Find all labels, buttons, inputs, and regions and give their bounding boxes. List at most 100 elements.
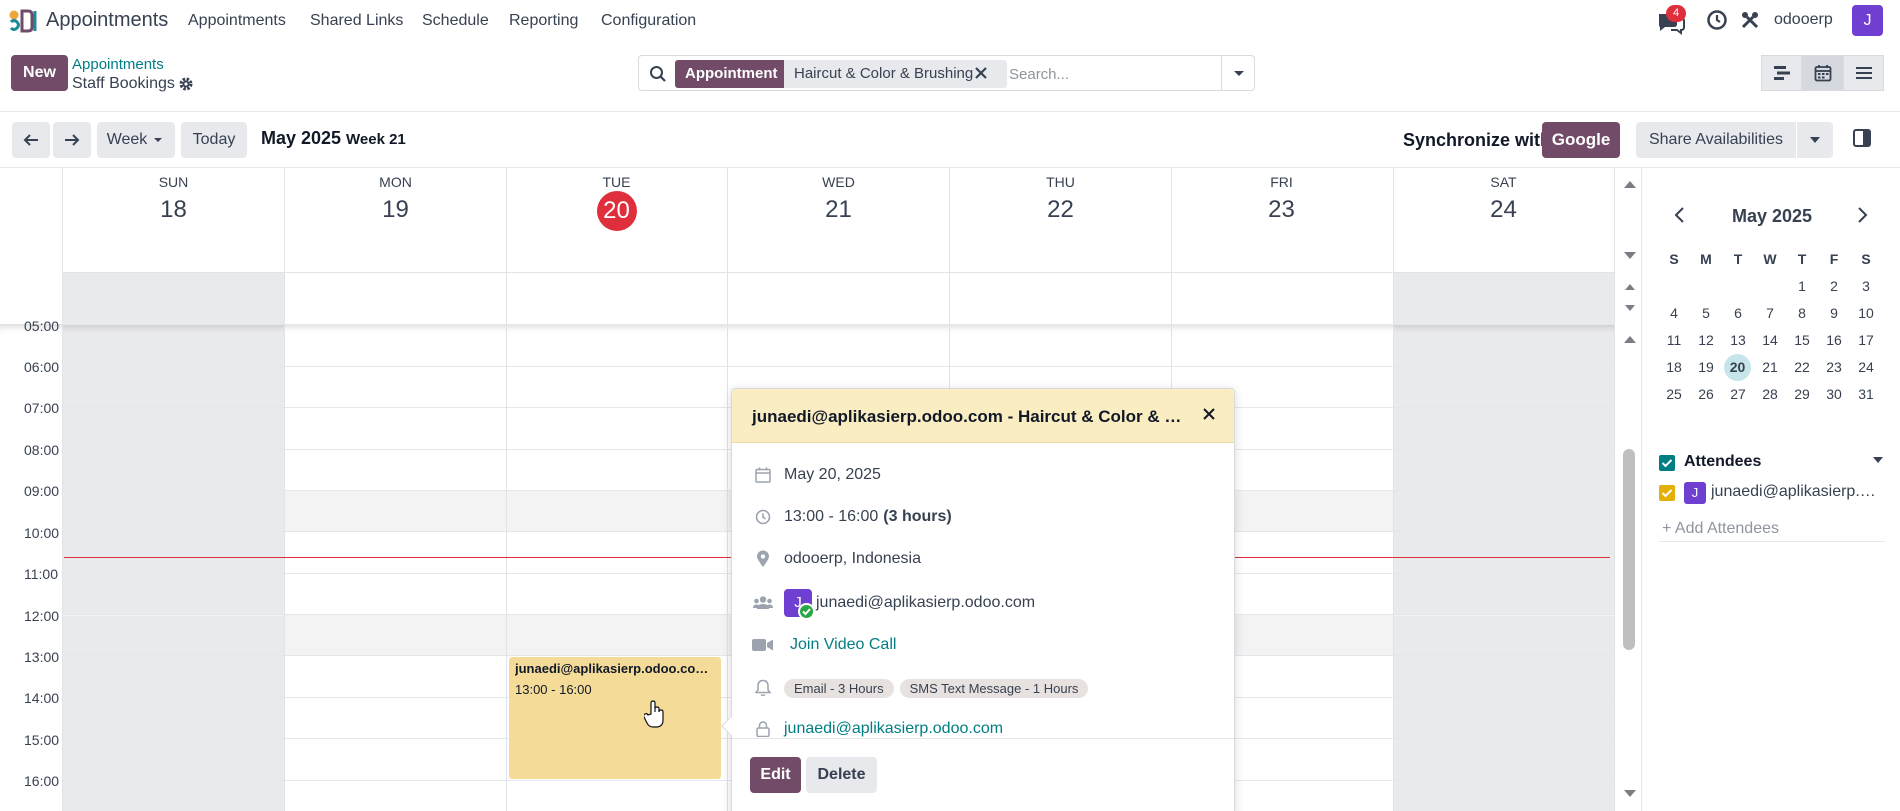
remove-facet-icon[interactable] [974, 66, 988, 80]
next-period-button[interactable] [53, 122, 91, 158]
menu-reporting[interactable]: Reporting [509, 12, 578, 30]
search-input[interactable] [1009, 61, 1209, 87]
mini-calendar-day[interactable]: 3 [1850, 273, 1882, 300]
mini-calendar-prev-icon[interactable] [1672, 206, 1688, 224]
mini-calendar-day[interactable]: 27 [1722, 381, 1754, 408]
attendee-filter-checkbox[interactable] [1659, 485, 1675, 501]
mini-calendar-day[interactable]: 2 [1818, 273, 1850, 300]
company-switcher[interactable]: odooerp [1774, 11, 1833, 29]
popover-attendee: junaedi@aplikasierp.odoo.com [816, 594, 1036, 611]
menu-shared-links[interactable]: Shared Links [310, 12, 403, 30]
mini-calendar-day[interactable]: 11 [1658, 327, 1690, 354]
mini-calendar-day[interactable]: 29 [1786, 381, 1818, 408]
popover-alarms-row: Email - 3 Hours SMS Text Message - 1 Hou… [752, 676, 1094, 700]
toggle-sidepanel-icon[interactable] [1852, 128, 1872, 148]
today-button[interactable]: Today [181, 122, 247, 158]
mini-calendar-day[interactable]: 24 [1850, 354, 1882, 381]
day-header-thu[interactable]: THU 22 [950, 168, 1171, 272]
new-button[interactable]: New [11, 55, 68, 91]
menu-configuration[interactable]: Configuration [601, 12, 696, 30]
mini-calendar-day[interactable]: 25 [1658, 381, 1690, 408]
column-separator [62, 168, 63, 811]
share-availabilities-button[interactable]: Share Availabilities [1636, 122, 1796, 158]
scroll-up-icon[interactable] [1622, 280, 1638, 292]
day-number: 18 [160, 196, 187, 223]
day-header-sat[interactable]: SAT 24 [1393, 168, 1614, 272]
mini-calendar-day[interactable]: 13 [1722, 327, 1754, 354]
scale-dropdown[interactable]: Week [97, 122, 175, 158]
mini-calendar-day[interactable]: 28 [1754, 381, 1786, 408]
add-attendees-input[interactable]: + Add Attendees [1662, 520, 1779, 538]
mini-calendar-day[interactable]: 23 [1818, 354, 1850, 381]
app-name[interactable]: Appointments [46, 9, 168, 32]
scroll-down-icon[interactable] [1622, 303, 1638, 315]
scroll-down-icon[interactable] [1622, 788, 1638, 800]
mini-calendar-day[interactable]: 26 [1690, 381, 1722, 408]
scroll-up-icon[interactable] [1622, 178, 1638, 190]
mini-calendar-day[interactable]: 12 [1690, 327, 1722, 354]
app-logo-icon[interactable] [8, 8, 38, 34]
scroll-down-icon[interactable] [1622, 250, 1638, 262]
share-options-dropdown[interactable] [1797, 122, 1833, 158]
mini-calendar-day[interactable]: 10 [1850, 300, 1882, 327]
day-header-tue[interactable]: TUE 20 [506, 168, 727, 272]
attendees-filter-checkbox[interactable] [1659, 455, 1675, 471]
all-day-row[interactable] [62, 272, 1615, 324]
mini-calendar-day[interactable]: 9 [1818, 300, 1850, 327]
calendar-icon [752, 467, 774, 483]
mini-calendar-day[interactable]: 31 [1850, 381, 1882, 408]
breadcrumb-parent[interactable]: Appointments [72, 56, 164, 73]
view-gantt-button[interactable] [1761, 55, 1802, 91]
activity-clock-icon[interactable] [1706, 9, 1728, 31]
view-list-button[interactable] [1843, 55, 1884, 91]
mini-calendar-day[interactable]: 15 [1786, 327, 1818, 354]
mini-calendar-day[interactable]: 30 [1818, 381, 1850, 408]
delete-button[interactable]: Delete [806, 757, 877, 793]
mini-calendar-next-icon[interactable] [1854, 206, 1870, 224]
google-sync-button[interactable]: Google [1542, 122, 1620, 158]
close-icon[interactable] [1202, 407, 1216, 421]
popover-organizer-link[interactable]: junaedi@aplikasierp.odoo.com [784, 720, 1003, 738]
gear-icon[interactable] [178, 76, 194, 92]
mini-calendar-dow: T [1797, 251, 1807, 267]
mini-calendar-today[interactable]: 20 [1724, 354, 1751, 381]
mini-calendar-day[interactable]: 14 [1754, 327, 1786, 354]
mini-calendar-day[interactable]: 19 [1690, 354, 1722, 381]
previous-period-button[interactable] [12, 122, 50, 158]
view-calendar-button[interactable] [1802, 55, 1843, 91]
side-panel-divider [1641, 168, 1642, 811]
scrollbar-thumb[interactable] [1623, 449, 1635, 650]
event-popover: junaedi@aplikasierp.odoo.com - Haircut &… [721, 388, 1235, 811]
mini-calendar-day[interactable]: 4 [1658, 300, 1690, 327]
mini-calendar-day[interactable]: 6 [1722, 300, 1754, 327]
debug-tools-icon[interactable] [1740, 10, 1760, 30]
day-name: SAT [1490, 174, 1517, 190]
scroll-up-icon[interactable] [1622, 333, 1638, 345]
edit-button[interactable]: Edit [750, 757, 801, 793]
mini-calendar-day[interactable]: 5 [1690, 300, 1722, 327]
day-name: TUE [602, 174, 631, 190]
day-number: 21 [825, 196, 852, 223]
mini-calendar-day[interactable]: 22 [1786, 354, 1818, 381]
mini-calendar-day[interactable]: 21 [1754, 354, 1786, 381]
search-options-toggle[interactable] [1221, 56, 1255, 90]
mini-calendar-day[interactable]: 7 [1754, 300, 1786, 327]
popover-footer-divider [732, 738, 1234, 739]
day-header-wed[interactable]: WED 21 [728, 168, 949, 272]
join-video-call-link[interactable]: Join Video Call [790, 636, 896, 654]
day-header-sun[interactable]: SUN 18 [63, 168, 284, 272]
calendar-event[interactable]: junaedi@aplikasierp.odoo.com - Haircut &… [509, 657, 721, 779]
menu-appointments[interactable]: Appointments [188, 12, 286, 30]
mini-calendar-day[interactable]: 17 [1850, 327, 1882, 354]
hour-line [62, 366, 1615, 367]
user-avatar[interactable]: J [1852, 5, 1883, 36]
mini-calendar-day[interactable]: 16 [1818, 327, 1850, 354]
menu-schedule[interactable]: Schedule [422, 12, 489, 30]
mini-calendar-day[interactable]: 8 [1786, 300, 1818, 327]
caret-down-icon[interactable] [1872, 455, 1884, 465]
mini-calendar-day[interactable]: 18 [1658, 354, 1690, 381]
search-icon[interactable] [649, 65, 667, 83]
mini-calendar-day[interactable]: 1 [1786, 273, 1818, 300]
day-header-mon[interactable]: MON 19 [285, 168, 506, 272]
day-header-fri[interactable]: FRI 23 [1171, 168, 1392, 272]
